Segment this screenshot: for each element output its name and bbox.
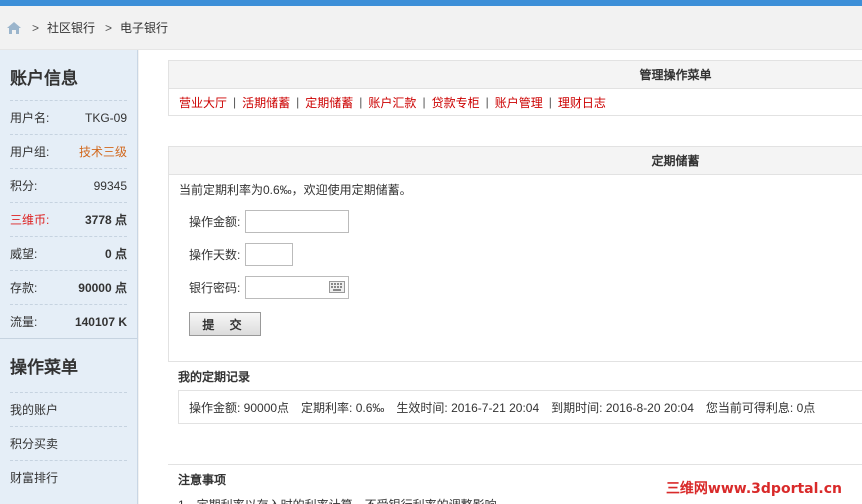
password-label: 银行密码: [189,281,241,295]
record-end-time: 到期时间: 2016-8-20 20:04 [551,400,694,415]
password-wrapper [245,276,349,299]
sidebar-item-wealth-rank[interactable]: 财富排行 [10,460,127,494]
account-row-usergroup: 用户组: 技术三级 [10,134,127,168]
days-row: 操作天数: [169,238,862,271]
link-separator: | [296,95,300,109]
account-row-traffic: 流量: 140107 K [10,304,127,338]
record-start-time: 生效时间: 2016-7-21 20:04 [396,400,540,415]
breadcrumb-e-bank[interactable]: 电子银行 [120,19,168,36]
account-row-deposit: 存款: 90000 点 [10,270,127,304]
link-remittance[interactable]: 账户汇款 [368,94,416,111]
row-value: 技术三级 [78,145,127,159]
link-fixed-savings[interactable]: 定期储蓄 [305,94,353,111]
amount-input[interactable] [245,210,349,233]
fixed-savings-title: 定期储蓄 [169,147,862,175]
link-lobby[interactable]: 营业大厅 [179,94,227,111]
link-separator: | [548,95,552,109]
fixed-savings-panel: 定期储蓄 当前定期利率为0.6‰，欢迎使用定期储蓄。 操作金额: 操作天数: 银… [168,146,862,362]
link-loans[interactable]: 贷款专柜 [432,94,480,111]
account-row-prestige: 威望: 0 点 [10,236,127,270]
record-amount: 操作金额: 90000点 [189,400,290,415]
link-separator: | [359,95,363,109]
notice-line: 1、定期利率以存入时的利率计算，不受银行利率的调整影响 [178,496,497,504]
row-label: 积分: [10,179,38,193]
divider [168,464,862,465]
link-account-manage[interactable]: 账户管理 [495,94,543,111]
row-value: 3778 点 [84,213,127,227]
account-row-coins: 三维币: 3778 点 [10,202,127,236]
amount-label: 操作金额: [189,215,241,229]
password-row: 银行密码: [169,271,862,304]
link-demand-savings[interactable]: 活期储蓄 [242,94,290,111]
days-input[interactable] [245,243,293,266]
row-label: 三维币: [10,213,50,227]
breadcrumb: > 社区银行 > 电子银行 [0,6,862,50]
account-info-title: 账户信息 [10,69,78,88]
account-row-points: 积分: 99345 [10,168,127,202]
my-records-title: 我的定期记录 [178,370,251,384]
main-content: 管理操作菜单 营业大厅 | 活期储蓄 | 定期储蓄 | 账户汇款 | 贷款专柜 … [139,50,862,504]
link-separator: | [422,95,426,109]
link-separator: | [233,95,237,109]
row-value: TKG-09 [84,110,127,125]
manage-menu-title: 管理操作菜单 [169,61,862,89]
row-label: 用户组: [10,145,50,159]
link-separator: | [485,95,489,109]
breadcrumb-separator: > [105,20,113,35]
days-label: 操作天数: [189,248,241,262]
submit-button[interactable]: 提 交 [189,312,261,336]
row-label: 用户名: [10,111,50,125]
record-row: 操作金额: 90000点 定期利率: 0.6‰ 生效时间: 2016-7-21 … [178,390,862,424]
breadcrumb-community-bank[interactable]: 社区银行 [47,19,95,36]
manage-menu-links: 营业大厅 | 活期储蓄 | 定期储蓄 | 账户汇款 | 贷款专柜 | 账户管理 … [169,89,862,115]
row-value: 99345 [93,178,127,193]
breadcrumb-separator: > [32,20,40,35]
account-row-username: 用户名: TKG-09 [10,100,127,134]
row-label: 存款: [10,281,38,295]
amount-row: 操作金额: [169,205,862,238]
sidebar-item-label[interactable]: 积分买卖 [10,435,58,452]
fixed-savings-intro: 当前定期利率为0.6‰，欢迎使用定期储蓄。 [179,183,412,197]
sidebar-item-label[interactable]: 我的账户 [10,401,58,418]
row-label: 威望: [10,247,38,261]
row-label: 流量: [10,315,38,329]
record-interest: 您当前可得利息: 0点 [705,400,816,415]
sidebar-item-my-account[interactable]: 我的账户 [10,392,127,426]
watermark: 三维网www.3dportal.cn [665,481,842,497]
sidebar: 账户信息 用户名: TKG-09 用户组: 技术三级 积分: 99345 三维币… [0,50,138,504]
sidebar-item-label[interactable]: 财富排行 [10,469,58,486]
manage-menu-panel: 管理操作菜单 营业大厅 | 活期储蓄 | 定期储蓄 | 账户汇款 | 贷款专柜 … [168,60,862,116]
row-value: 140107 K [74,314,127,329]
row-value: 0 点 [104,247,127,261]
keyboard-icon[interactable] [329,281,345,293]
home-icon[interactable] [6,21,22,35]
record-rate: 定期利率: 0.6‰ [301,400,385,415]
link-finance-log[interactable]: 理财日志 [558,94,606,111]
row-value: 90000 点 [78,281,127,295]
sidebar-item-points-trade[interactable]: 积分买卖 [10,426,127,460]
operation-menu-title: 操作菜单 [0,338,137,392]
